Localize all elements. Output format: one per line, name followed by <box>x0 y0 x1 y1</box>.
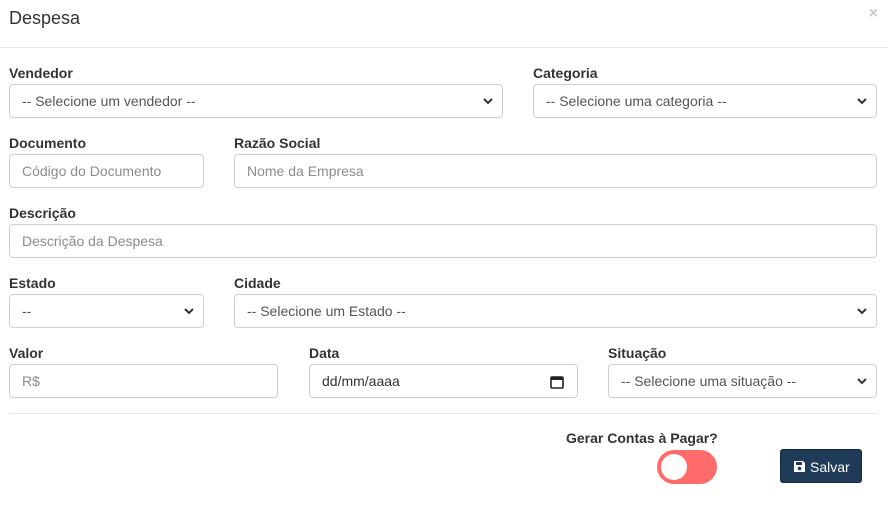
estado-select[interactable]: -- <box>9 294 204 328</box>
categoria-select[interactable]: -- Selecione uma categoria -- <box>533 84 877 118</box>
chevron-down-icon <box>483 98 493 105</box>
save-label: Salvar <box>810 459 850 475</box>
data-input[interactable]: dd/mm/aaaa <box>309 364 578 398</box>
categoria-value: -- Selecione uma categoria -- <box>546 93 727 109</box>
situacao-label: Situação <box>608 345 667 361</box>
cidade-select[interactable]: -- Selecione um Estado -- <box>234 294 877 328</box>
cidade-value: -- Selecione um Estado -- <box>247 303 406 319</box>
razao-social-input[interactable]: Nome da Empresa <box>234 154 877 188</box>
toggle-knob <box>661 454 687 480</box>
calendar-icon[interactable] <box>550 375 564 389</box>
modal-header: Despesa × <box>0 0 888 48</box>
close-icon[interactable]: × <box>869 5 878 23</box>
vendedor-value: -- Selecione um vendedor -- <box>22 93 196 109</box>
documento-input[interactable]: Código do Documento <box>9 154 204 188</box>
documento-label: Documento <box>9 135 86 151</box>
chevron-down-icon <box>857 378 867 385</box>
save-button[interactable]: Salvar <box>780 449 862 483</box>
floppy-disk-icon <box>794 461 805 472</box>
vendedor-label: Vendedor <box>9 65 73 81</box>
chevron-down-icon <box>184 308 194 315</box>
gerar-contas-toggle[interactable] <box>657 450 717 484</box>
modal-title: Despesa <box>9 8 81 28</box>
vendedor-select[interactable]: -- Selecione um vendedor -- <box>9 84 503 118</box>
estado-value: -- <box>22 303 32 319</box>
descricao-placeholder: Descrição da Despesa <box>22 233 163 249</box>
documento-placeholder: Código do Documento <box>22 163 162 179</box>
estado-label: Estado <box>9 275 56 291</box>
valor-input[interactable]: R$ <box>9 364 278 398</box>
chevron-down-icon <box>857 308 867 315</box>
razao-social-label: Razão Social <box>234 135 321 151</box>
chevron-down-icon <box>857 98 867 105</box>
data-label: Data <box>309 345 340 361</box>
descricao-input[interactable]: Descrição da Despesa <box>9 224 877 258</box>
situacao-select[interactable]: -- Selecione uma situação -- <box>608 364 877 398</box>
cidade-label: Cidade <box>234 275 281 291</box>
descricao-label: Descrição <box>9 205 76 221</box>
form-divider <box>9 413 877 414</box>
gerar-contas-label: Gerar Contas à Pagar? <box>566 430 718 446</box>
razao-social-placeholder: Nome da Empresa <box>247 163 364 179</box>
categoria-label: Categoria <box>533 65 598 81</box>
valor-placeholder: R$ <box>22 373 40 389</box>
situacao-value: -- Selecione uma situação -- <box>621 373 797 389</box>
valor-label: Valor <box>9 345 44 361</box>
data-value: dd/mm/aaaa <box>322 373 400 389</box>
